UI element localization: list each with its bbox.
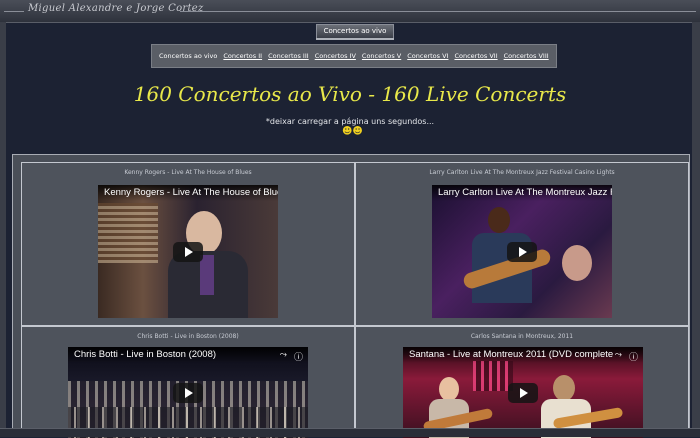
- video-player-santana[interactable]: Santana - Live at Montreux 2011 (DVD com…: [403, 347, 643, 438]
- video-player-kenny-rogers[interactable]: Kenny Rogers - Live At The House of Blue…: [98, 185, 278, 318]
- subnav-link-concertos-viii[interactable]: Concertos VIII: [504, 52, 549, 60]
- play-icon[interactable]: [173, 382, 203, 403]
- video-thumbnail-face: [562, 245, 592, 281]
- subnav-link-concertos-vii[interactable]: Concertos VII: [454, 52, 497, 60]
- subnav-link-concertos-ii[interactable]: Concertos II: [223, 52, 262, 60]
- info-icon[interactable]: ⓘ: [294, 350, 303, 363]
- video-caption: Larry Carlton Live At The Montreux Jazz …: [429, 169, 615, 176]
- video-thumbnail-stage-lights: [473, 361, 513, 391]
- site-name: Miguel Alexandre e Jorge Cortez: [28, 3, 204, 14]
- player-controls: ⤳ ⓘ: [280, 350, 303, 363]
- subnav-link-concertos-iii[interactable]: Concertos III: [268, 52, 309, 60]
- player-controls: ⤳ ⓘ: [615, 350, 638, 363]
- video-caption: Kenny Rogers - Live At The House of Blue…: [124, 169, 252, 176]
- share-icon[interactable]: ⤳: [280, 350, 287, 363]
- video-cell-larry-carlton: Larry Carlton Live At The Montreux Jazz …: [355, 162, 689, 326]
- video-thumbnail-shirt: [200, 255, 214, 295]
- play-icon[interactable]: [173, 241, 203, 262]
- share-icon[interactable]: ⤳: [615, 350, 622, 363]
- loading-note: *deixar carregar a página uns segundos..…: [265, 117, 435, 126]
- top-bar: Miguel Alexandre e Jorge Cortez: [0, 0, 700, 23]
- active-tab-indicator: [316, 38, 394, 40]
- concerts-subnav: Concertos ao vivo Concertos II Concertos…: [151, 44, 557, 68]
- play-icon[interactable]: [508, 382, 538, 403]
- page-headline: 160 Concertos ao Vivo - 160 Live Concert…: [133, 82, 567, 106]
- video-thumbnail-face: [488, 207, 510, 233]
- tab-concertos-ao-vivo[interactable]: Concertos ao vivo: [316, 24, 394, 38]
- video-thumbnail-face: [439, 377, 459, 401]
- video-player-larry-carlton[interactable]: Larry Carlton Live At The Montreux Jazz …: [432, 185, 612, 318]
- info-icon[interactable]: ⓘ: [629, 350, 638, 363]
- subnav-link-concertos-iv[interactable]: Concertos IV: [315, 52, 356, 60]
- divider: [180, 11, 696, 12]
- video-caption: Chris Botti - Live in Boston (2008): [137, 333, 239, 340]
- video-grid: Kenny Rogers - Live At The House of Blue…: [12, 154, 690, 438]
- subnav-link-concertos-v[interactable]: Concertos V: [362, 52, 401, 60]
- smiley-icon: ☻☻: [342, 126, 363, 137]
- player-title: Santana - Live at Montreux 2011 (DVD com…: [403, 347, 643, 363]
- player-title: Chris Botti - Live in Boston (2008): [68, 347, 308, 363]
- video-cell-chris-botti: Chris Botti - Live in Boston (2008) Chri…: [21, 326, 355, 438]
- player-title: Larry Carlton Live At The Montreux Jazz …: [432, 185, 612, 201]
- subnav-item-current: Concertos ao vivo: [159, 52, 218, 60]
- video-player-chris-botti[interactable]: Chris Botti - Live in Boston (2008) ⤳ ⓘ: [68, 347, 308, 438]
- player-title: Kenny Rogers - Live At The House of Blue…: [98, 185, 278, 201]
- video-caption: Carlos Santana in Montreux, 2011: [470, 333, 574, 340]
- subnav-link-concertos-vi[interactable]: Concertos VI: [407, 52, 448, 60]
- video-cell-santana: Carlos Santana in Montreux, 2011 Santana…: [355, 326, 689, 438]
- play-icon[interactable]: [507, 241, 537, 262]
- video-cell-kenny-rogers: Kenny Rogers - Live At The House of Blue…: [21, 162, 355, 326]
- video-thumbnail-face: [553, 375, 575, 401]
- divider: [4, 11, 24, 12]
- video-thumbnail-background: [98, 203, 158, 263]
